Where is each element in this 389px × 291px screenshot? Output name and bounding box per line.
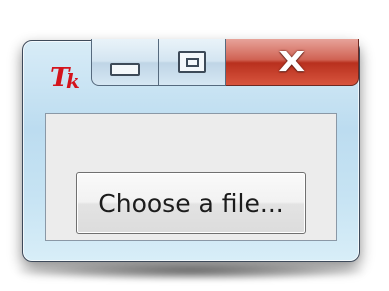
app-window: T k X Choose a file... [22,39,360,262]
client-area: Choose a file... [45,113,337,241]
screenshot-scene: T k X Choose a file... [0,0,389,291]
maximize-icon [178,51,206,73]
title-bar[interactable]: T k X [23,39,359,101]
svg-text:k: k [66,69,80,93]
maximize-button[interactable] [159,39,226,86]
choose-file-button[interactable]: Choose a file... [76,172,306,234]
minimize-button[interactable] [91,39,159,86]
tk-feather-icon: T k [50,63,80,93]
window-shadow [18,262,363,280]
close-button[interactable]: X [226,39,359,86]
close-icon: X [278,45,306,78]
window-controls: X [91,39,359,86]
minimize-icon [110,62,140,76]
